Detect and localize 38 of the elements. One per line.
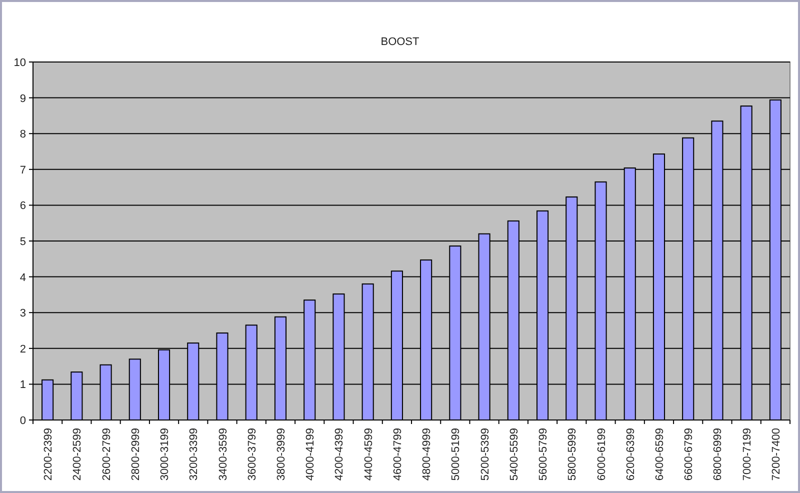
x-tick-label: 5400-5599 — [508, 428, 520, 481]
x-tick-label: 5000-5199 — [450, 428, 462, 481]
y-tick-label: 5 — [20, 236, 26, 248]
y-tick-label: 6 — [20, 200, 26, 212]
x-tick-label: 5200-5399 — [479, 428, 492, 481]
x-tick-label: 5600-5799 — [538, 428, 550, 481]
chart-title: BOOST — [380, 36, 420, 48]
x-tick-label: 6600-6799 — [683, 428, 696, 481]
y-tick-label: 1 — [20, 379, 26, 392]
x-tick-label: 7000-7199 — [741, 428, 754, 481]
x-tick-label: 6400-6599 — [654, 428, 666, 481]
x-tick-label: 2400-2599 — [72, 428, 84, 481]
x-tick-label: 3000-3199 — [159, 428, 172, 481]
x-tick-label: 6000-6199 — [596, 428, 608, 481]
x-tick-label: 4800-4999 — [421, 428, 434, 481]
x-tick-label: 2600-2799 — [100, 428, 113, 481]
x-tick-label: 4600-4799 — [392, 428, 404, 481]
x-tick-label: 7200-7400 — [770, 428, 782, 481]
x-tick-label: 4400-4599 — [362, 428, 375, 481]
y-tick-label: 4 — [20, 272, 26, 284]
x-tick-label: 3600-3799 — [246, 428, 258, 481]
y-tick-label: 0 — [20, 415, 26, 427]
x-tick-label: 6800-6999 — [712, 428, 724, 481]
x-tick-label: 3800-3999 — [275, 428, 288, 481]
x-tick-label: 4200-4399 — [334, 428, 346, 481]
x-tick-label: 2800-2999 — [130, 428, 142, 481]
x-tick-label: 2200-2399 — [42, 428, 55, 481]
x-tick-label: 5800-5999 — [566, 428, 579, 481]
y-tick-label: 2 — [20, 343, 26, 356]
y-tick-label: 10 — [14, 57, 26, 69]
y-tick-label: 3 — [20, 308, 26, 320]
x-tick-label: 3200-3399 — [188, 428, 200, 481]
x-tick-label: 4000-4199 — [304, 428, 317, 481]
y-tick-label: 9 — [20, 92, 26, 105]
y-tick-label: 7 — [20, 164, 26, 176]
y-tick-label: 8 — [20, 128, 26, 141]
x-tick-label: 3400-3599 — [217, 428, 230, 481]
x-tick-label: 6200-6399 — [624, 428, 637, 481]
